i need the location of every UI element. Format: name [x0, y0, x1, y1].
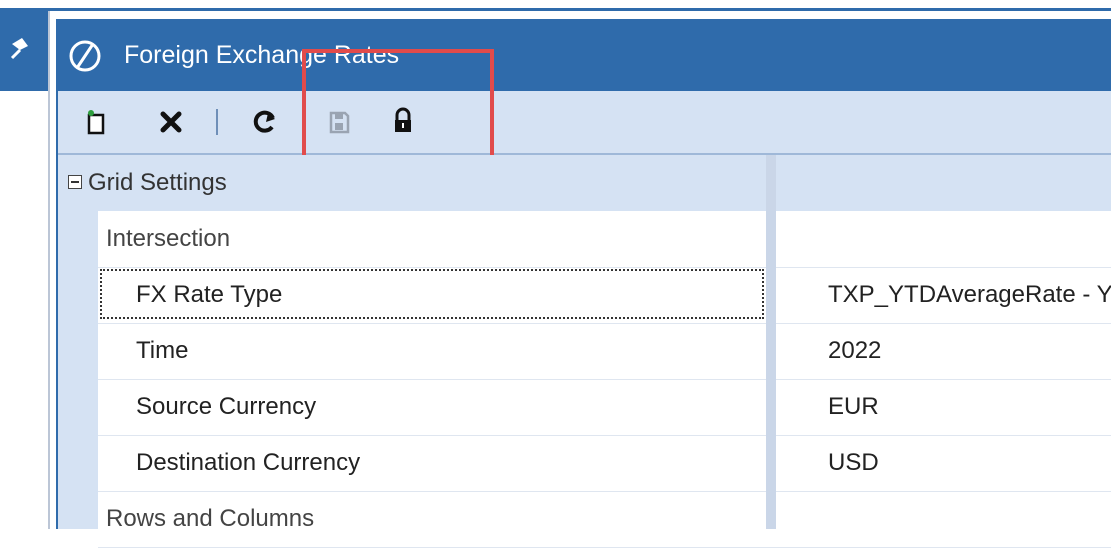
top-strip: [0, 0, 1111, 6]
row-time[interactable]: Time 2022: [98, 323, 1111, 380]
property-value[interactable]: EUR: [828, 393, 879, 421]
dock-separator[interactable]: [48, 11, 50, 529]
refresh-button[interactable]: [246, 103, 284, 141]
subcategory-rows-and-columns[interactable]: Rows and Columns: [98, 491, 1111, 548]
subcategory-intersection[interactable]: Intersection: [98, 211, 1111, 268]
row-destination-currency[interactable]: Destination Currency USD: [98, 435, 1111, 492]
toolbar: [58, 91, 1111, 155]
property-name: FX Rate Type: [136, 281, 283, 308]
row-source-currency[interactable]: Source Currency EUR: [98, 379, 1111, 436]
refresh-icon: [253, 110, 275, 133]
property-grid: Grid Settings Intersection FX Rate Type …: [58, 155, 1111, 548]
property-name: Destination Currency: [136, 449, 361, 476]
property-value[interactable]: TXP_YTDAverageRate - Y: [828, 281, 1111, 309]
property-name: Time: [136, 337, 189, 364]
grid-gutter: [58, 155, 98, 529]
delete-x-icon: [160, 111, 182, 133]
top-accent-line: [0, 8, 1111, 11]
delete-button[interactable]: [152, 103, 190, 141]
pin-icon[interactable]: [6, 36, 34, 66]
property-value[interactable]: USD: [828, 449, 879, 477]
category-grid-settings[interactable]: Grid Settings: [58, 155, 1111, 211]
toolbar-separator: [216, 109, 218, 135]
property-value[interactable]: 2022: [828, 337, 881, 365]
panel-title-bar: Foreign Exchange Rates: [58, 19, 1111, 91]
new-button[interactable]: [78, 103, 116, 141]
app-logo-icon: [68, 39, 102, 73]
subcategory-label: Intersection: [106, 225, 231, 252]
column-splitter[interactable]: [766, 155, 776, 529]
collapse-icon[interactable]: [68, 175, 82, 189]
row-fx-rate-type[interactable]: FX Rate Type TXP_YTDAverageRate - Y: [98, 267, 1111, 324]
category-label: Grid Settings: [88, 169, 227, 196]
new-document-icon: [87, 110, 105, 135]
property-name: Source Currency: [136, 393, 317, 420]
